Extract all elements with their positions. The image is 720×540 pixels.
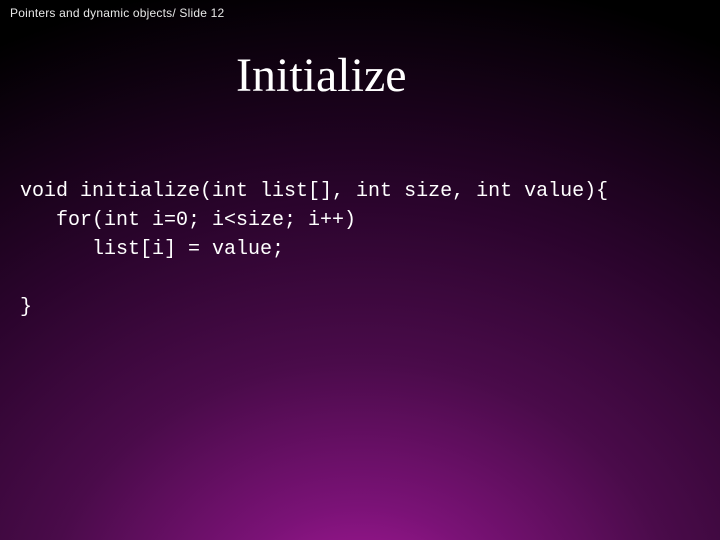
code-line: } <box>20 296 32 319</box>
slide: Pointers and dynamic objects/ Slide 12 I… <box>0 0 720 540</box>
code-line: for(int i=0; i<size; i++) <box>20 209 356 232</box>
slide-header: Pointers and dynamic objects/ Slide 12 <box>10 6 224 20</box>
code-block: void initialize(int list[], int size, in… <box>20 177 608 322</box>
slide-title: Initialize <box>236 48 407 103</box>
code-line: void initialize(int list[], int size, in… <box>20 180 608 203</box>
code-line: list[i] = value; <box>20 238 284 261</box>
